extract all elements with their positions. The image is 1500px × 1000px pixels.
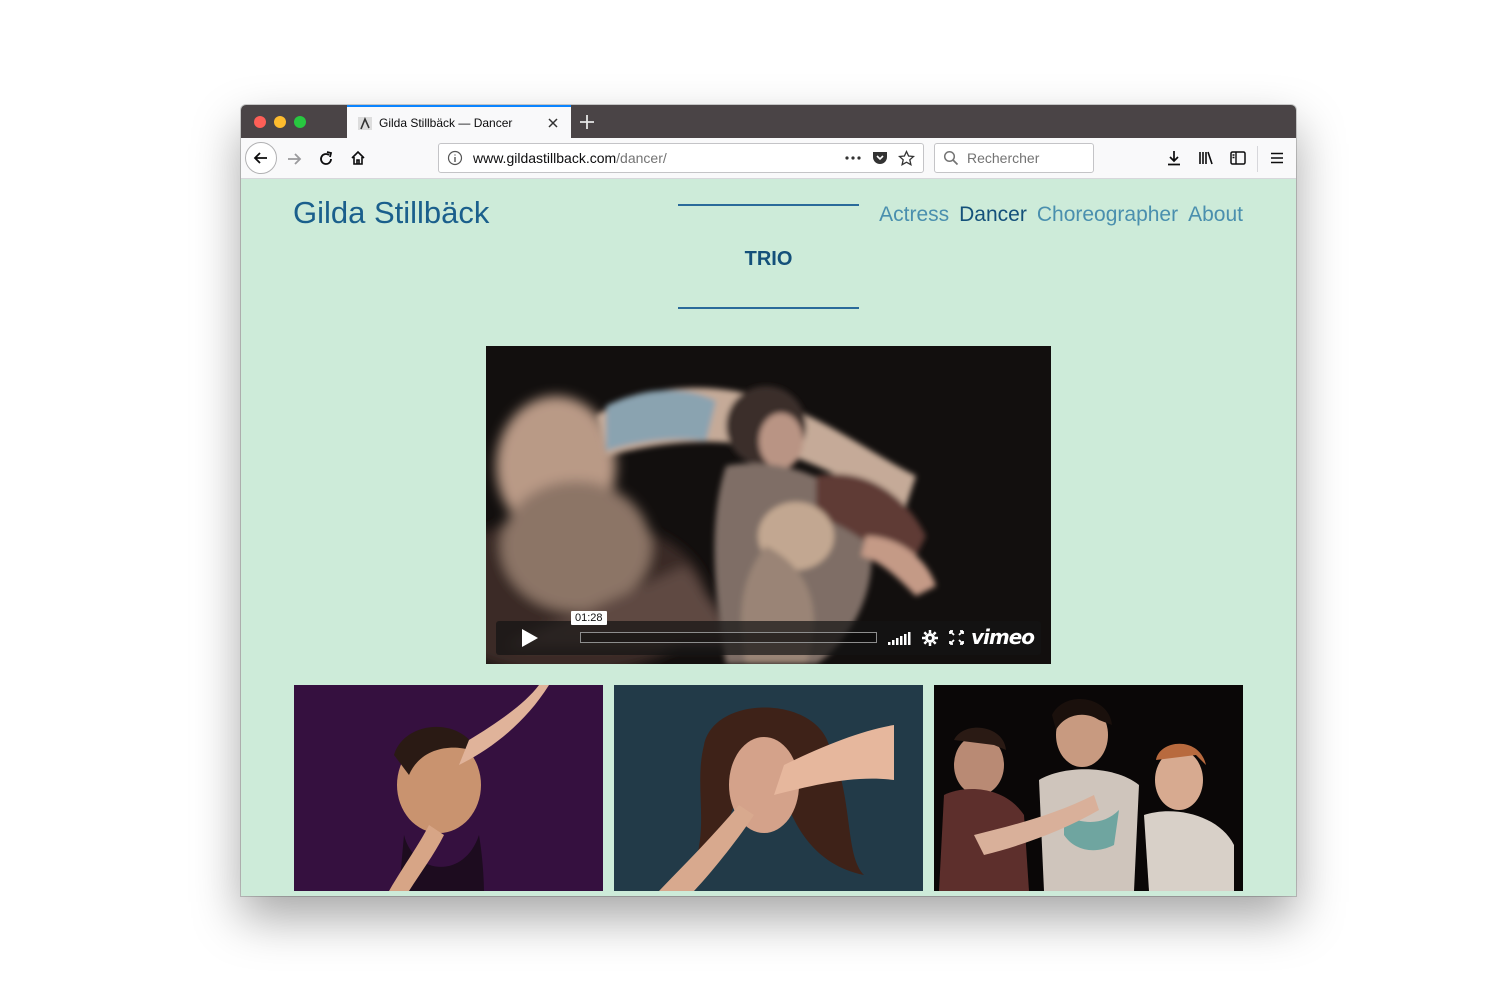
nav-about[interactable]: About	[1188, 203, 1243, 227]
search-icon	[943, 150, 959, 166]
back-button[interactable]	[245, 142, 277, 174]
title-rule-bottom	[678, 307, 859, 309]
close-window-button[interactable]	[254, 116, 266, 128]
fullscreen-icon[interactable]	[949, 630, 964, 645]
url-text: www.gildastillback.com/dancer/	[473, 150, 667, 166]
library-icon[interactable]	[1197, 149, 1215, 167]
menu-icon[interactable]	[1268, 149, 1286, 167]
toolbar-separator	[1257, 146, 1258, 172]
minimize-window-button[interactable]	[274, 116, 286, 128]
play-icon	[521, 629, 538, 647]
url-bar[interactable]: www.gildastillback.com/dancer/	[438, 143, 924, 173]
site-title-link[interactable]: Gilda Stillbäck	[293, 195, 489, 231]
reload-icon[interactable]	[317, 150, 335, 168]
player-controls: 01:28 vimeo	[496, 611, 1041, 655]
new-tab-icon[interactable]	[577, 112, 597, 132]
tab-active[interactable]: Gilda Stillbäck — Dancer	[347, 105, 571, 138]
info-icon[interactable]	[447, 150, 463, 166]
thumb-3-image	[934, 685, 1243, 891]
tab-title: Gilda Stillbäck — Dancer	[379, 115, 513, 130]
volume-icon[interactable]	[887, 631, 913, 645]
thumb-1-image	[294, 685, 603, 891]
pocket-icon[interactable]	[872, 150, 888, 166]
nav-dancer[interactable]: Dancer	[959, 203, 1027, 227]
download-icon[interactable]	[1165, 149, 1183, 167]
progress-bar[interactable]	[580, 632, 877, 643]
site-nav: Actress Dancer Choreographer About	[879, 203, 1243, 227]
nav-choreographer[interactable]: Choreographer	[1037, 203, 1178, 227]
play-button[interactable]	[496, 621, 561, 655]
zoom-window-button[interactable]	[294, 116, 306, 128]
search-placeholder: Rechercher	[967, 150, 1040, 166]
thumb-2-image	[614, 685, 923, 891]
title-bar: Gilda Stillbäck — Dancer	[241, 105, 1296, 138]
settings-icon[interactable]	[921, 629, 939, 647]
back-icon	[253, 152, 267, 164]
forward-icon[interactable]	[285, 150, 303, 168]
nav-toolbar: www.gildastillback.com/dancer/ Recherche…	[241, 138, 1296, 179]
sidebar-icon[interactable]	[1229, 149, 1247, 167]
current-time-label: 01:28	[571, 611, 607, 625]
video-player[interactable]: 01:28 vimeo	[486, 346, 1051, 664]
more-icon[interactable]	[844, 150, 862, 166]
browser-window: Gilda Stillbäck — Dancer www.gildastillb…	[241, 105, 1296, 896]
gallery-thumb-1[interactable]	[294, 685, 603, 891]
close-tab-icon[interactable]	[545, 115, 561, 131]
star-icon[interactable]	[898, 149, 915, 167]
vimeo-logo[interactable]: vimeo	[971, 625, 1035, 649]
title-rule-top	[678, 204, 859, 206]
home-icon[interactable]	[349, 149, 367, 167]
site-favicon-icon	[358, 116, 372, 130]
page-content: Gilda Stillbäck Actress Dancer Choreogra…	[241, 180, 1296, 896]
nav-actress[interactable]: Actress	[879, 203, 949, 227]
search-bar[interactable]: Rechercher	[934, 143, 1094, 173]
gallery-thumb-2[interactable]	[614, 685, 923, 891]
project-title: TRIO	[744, 248, 793, 270]
gallery-thumb-3[interactable]	[934, 685, 1243, 891]
